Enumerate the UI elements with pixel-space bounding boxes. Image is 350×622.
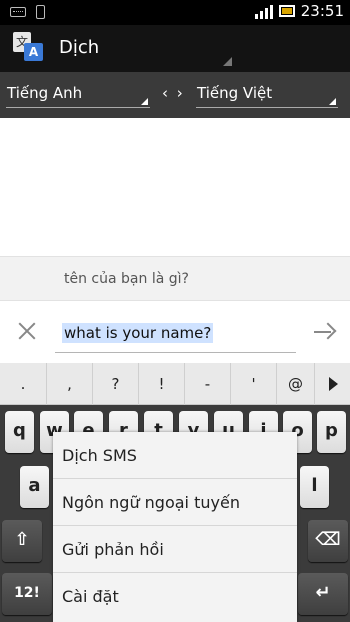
- swap-languages-button[interactable]: ‹ ›: [162, 84, 185, 102]
- shift-key[interactable]: ⇧: [2, 520, 42, 562]
- translation-input[interactable]: what is your name?: [55, 323, 296, 353]
- target-language-label: Tiếng Việt: [197, 84, 273, 102]
- symbol-key[interactable]: @: [276, 363, 314, 405]
- enter-key[interactable]: ↵: [298, 573, 348, 615]
- signal-icon: [254, 3, 273, 19]
- keyboard-icon: [10, 7, 26, 17]
- menu-item-label: Gửi phản hồi: [62, 540, 164, 559]
- source-language-label: Tiếng Anh: [7, 84, 83, 102]
- language-bar: Tiếng Anh ‹ › Tiếng Việt: [0, 72, 350, 118]
- key-p[interactable]: p: [317, 411, 346, 453]
- symbols-key[interactable]: 12!: [2, 573, 52, 615]
- status-bar: 23:51: [0, 0, 350, 25]
- more-symbols-icon[interactable]: [314, 363, 350, 405]
- battery-icon: [278, 5, 295, 17]
- translation-suggestion[interactable]: tên của bạn là gì?: [0, 256, 350, 301]
- status-notifications: [10, 5, 45, 19]
- suggestion-text: tên của bạn là gì?: [64, 271, 189, 287]
- backspace-key[interactable]: ⌫: [308, 520, 348, 562]
- symbol-key[interactable]: -: [184, 363, 230, 405]
- close-icon[interactable]: [16, 320, 38, 342]
- source-language-spinner[interactable]: Tiếng Anh: [6, 82, 150, 108]
- overflow-menu: Dịch SMS Ngôn ngữ ngoại tuyến Gửi phản h…: [53, 432, 297, 622]
- menu-item-label: Cài đặt: [62, 587, 119, 606]
- key-l[interactable]: l: [300, 466, 329, 508]
- app-icon-glyph-front: A: [24, 43, 43, 61]
- symbol-key[interactable]: !: [138, 363, 184, 405]
- input-row: what is your name?: [0, 301, 350, 363]
- symbol-key[interactable]: ': [230, 363, 276, 405]
- dropdown-corner-icon: [141, 98, 148, 105]
- menu-item-label: Ngôn ngữ ngoại tuyến: [62, 493, 240, 512]
- arrow-right-icon[interactable]: [314, 322, 337, 341]
- status-system: 23:51: [254, 2, 344, 20]
- menu-item-sms[interactable]: Dịch SMS: [53, 432, 297, 479]
- action-bar: 文 A Dịch: [0, 25, 350, 72]
- translate-app-icon[interactable]: 文 A: [13, 32, 43, 62]
- translation-result-area: [0, 118, 350, 256]
- menu-item-offline-languages[interactable]: Ngôn ngữ ngoại tuyến: [53, 479, 297, 526]
- symbol-key[interactable]: .: [0, 363, 46, 405]
- symbol-row: . , ? ! - ' @: [0, 363, 350, 405]
- target-language-spinner[interactable]: Tiếng Việt: [196, 82, 338, 108]
- symbol-key[interactable]: ,: [46, 363, 92, 405]
- status-clock: 23:51: [300, 2, 344, 20]
- menu-item-settings[interactable]: Cài đặt: [53, 573, 297, 620]
- dropdown-corner-icon: [223, 57, 232, 66]
- key-q[interactable]: q: [5, 411, 34, 453]
- key-a[interactable]: a: [20, 466, 49, 508]
- app-title[interactable]: Dịch: [59, 37, 99, 58]
- phone-icon: [36, 5, 45, 19]
- menu-item-feedback[interactable]: Gửi phản hồi: [53, 526, 297, 573]
- input-text: what is your name?: [62, 323, 214, 343]
- dropdown-corner-icon: [329, 98, 336, 105]
- symbol-key[interactable]: ?: [92, 363, 138, 405]
- menu-item-label: Dịch SMS: [62, 446, 137, 465]
